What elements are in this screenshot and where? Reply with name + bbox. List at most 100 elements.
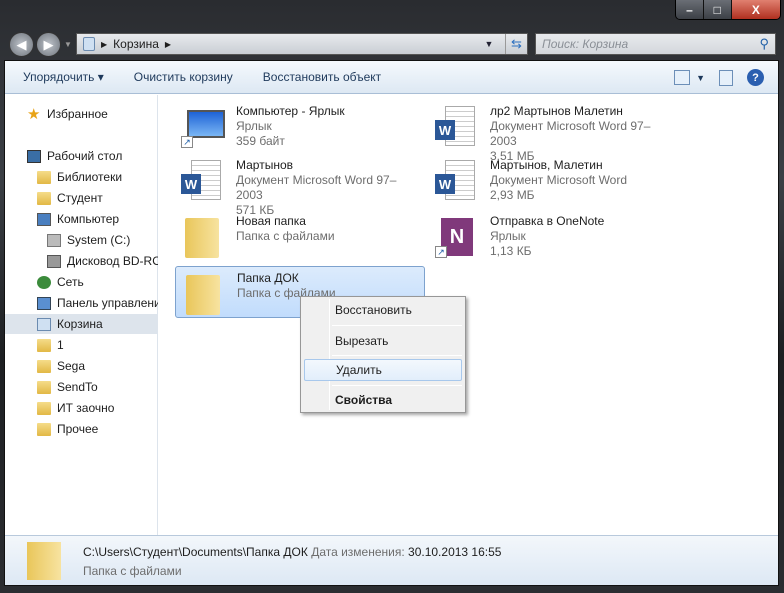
empty-recycle-bin-button[interactable]: Очистить корзину bbox=[134, 70, 233, 84]
sidebar-item-label: Прочее bbox=[57, 422, 99, 436]
close-button[interactable]: X bbox=[731, 0, 780, 19]
navigation-pane: ★ Избранное Рабочий стол Библиотеки Студе… bbox=[5, 95, 158, 536]
sidebar-item-label: Библиотеки bbox=[57, 170, 123, 184]
folder-icon bbox=[180, 271, 230, 317]
address-dropdown-icon[interactable]: ▼ bbox=[479, 39, 499, 49]
network-icon bbox=[37, 275, 51, 289]
help-icon[interactable]: ? bbox=[747, 69, 764, 86]
recycle-bin-icon bbox=[83, 37, 95, 51]
file-item[interactable]: W лр2 Мартынов Малетин Документ Microsoft… bbox=[429, 100, 679, 163]
status-type: Папка с файлами bbox=[83, 564, 182, 578]
file-name: Новая папка bbox=[236, 214, 306, 228]
sidebar-item-system-c[interactable]: System (C:) bbox=[5, 230, 158, 250]
sidebar-item-folder-1[interactable]: 1 bbox=[5, 335, 158, 355]
back-button[interactable]: ◀ bbox=[9, 32, 34, 57]
desktop-icon bbox=[27, 149, 41, 163]
word-doc-icon: W bbox=[179, 158, 229, 204]
sidebar-item-network[interactable]: Сеть bbox=[5, 272, 158, 292]
disc-drive-icon bbox=[47, 254, 61, 268]
sidebar-item-student[interactable]: Студент bbox=[5, 188, 158, 208]
sidebar-item-favorites[interactable]: ★ Избранное bbox=[5, 104, 158, 124]
sidebar-item-label: SendTo bbox=[57, 380, 98, 394]
search-icon[interactable]: ⚲ bbox=[759, 36, 769, 52]
file-size: 2,93 МБ bbox=[490, 188, 535, 202]
address-bar[interactable]: ▶ Корзина ▶ ▼ ⇆ bbox=[76, 33, 528, 55]
sidebar-item-desktop[interactable]: Рабочий стол bbox=[5, 146, 158, 166]
folder-icon bbox=[37, 380, 51, 394]
folder-icon bbox=[27, 542, 61, 580]
file-type: Документ Microsoft Word 97–2003 bbox=[490, 119, 651, 148]
menu-item-properties[interactable]: Свойства bbox=[304, 389, 462, 411]
refresh-icon[interactable]: ⇆ bbox=[505, 34, 527, 54]
change-view-button[interactable]: ▼ bbox=[674, 70, 705, 85]
restore-item-button[interactable]: Восстановить объект bbox=[263, 70, 381, 84]
forward-button[interactable]: ▶ bbox=[36, 32, 61, 57]
sidebar-item-label: 1 bbox=[57, 338, 64, 352]
folder-icon bbox=[37, 359, 51, 373]
minimize-button[interactable]: – bbox=[676, 0, 704, 19]
menu-item-delete[interactable]: Удалить bbox=[304, 359, 462, 381]
status-date: 30.10.2013 16:55 bbox=[408, 545, 502, 559]
sidebar-item-libraries[interactable]: Библиотеки bbox=[5, 167, 158, 187]
menu-item-restore[interactable]: Восстановить bbox=[304, 299, 462, 321]
file-name: лр2 Мартынов Малетин bbox=[490, 104, 623, 118]
sidebar-item-it-zaochno[interactable]: ИТ заочно bbox=[5, 398, 158, 418]
sidebar-item-label: Корзина bbox=[57, 317, 103, 331]
computer-shortcut-icon: ↗ bbox=[179, 104, 229, 150]
sidebar-item-recycle-bin[interactable]: Корзина bbox=[5, 314, 158, 334]
file-type: Ярлык bbox=[490, 229, 526, 243]
search-placeholder: Поиск: Корзина bbox=[542, 37, 629, 51]
recycle-bin-icon bbox=[37, 317, 51, 331]
file-type: Папка с файлами bbox=[236, 229, 335, 243]
details-pane: C:\Users\Студент\Documents\Папка ДОК Дат… bbox=[5, 535, 778, 585]
sidebar-item-sendto[interactable]: SendTo bbox=[5, 377, 158, 397]
sidebar-item-bd-rom[interactable]: Дисковод BD-ROM bbox=[5, 251, 158, 271]
sidebar-item-sega[interactable]: Sega bbox=[5, 356, 158, 376]
sidebar-item-label: Избранное bbox=[47, 107, 108, 121]
status-date-label: Дата изменения: bbox=[311, 545, 405, 559]
file-size: 359 байт bbox=[236, 134, 285, 148]
file-item[interactable]: Новая папка Папка с файлами bbox=[175, 210, 425, 262]
recent-pages-dropdown-icon[interactable]: ▼ bbox=[64, 40, 72, 49]
command-bar: Упорядочить ▾ Очистить корзину Восстанов… bbox=[5, 61, 778, 94]
sidebar-item-computer[interactable]: Компьютер bbox=[5, 209, 158, 229]
sidebar-item-label: System (C:) bbox=[67, 233, 131, 247]
sidebar-item-label: Sega bbox=[57, 359, 86, 373]
folder-icon bbox=[37, 338, 51, 352]
word-doc-icon: W bbox=[433, 158, 483, 204]
file-name: Мартынов, Малетин bbox=[490, 158, 603, 172]
search-input[interactable]: Поиск: Корзина ⚲ bbox=[535, 33, 776, 55]
star-icon: ★ bbox=[27, 105, 41, 123]
sidebar-item-control-panel[interactable]: Панель управления bbox=[5, 293, 158, 313]
navigation-buttons: ◀ ▶ bbox=[9, 32, 61, 57]
menu-separator bbox=[332, 385, 462, 386]
sidebar-item-label: Студент bbox=[57, 191, 103, 205]
file-name: Отправка в OneNote bbox=[490, 214, 605, 228]
preview-pane-icon[interactable] bbox=[719, 69, 733, 86]
menu-item-cut[interactable]: Вырезать bbox=[304, 330, 462, 352]
onenote-shortcut-icon: N ↗ bbox=[433, 214, 483, 260]
sidebar-item-other[interactable]: Прочее bbox=[5, 419, 158, 439]
sidebar-item-label: Рабочий стол bbox=[47, 149, 123, 163]
menu-separator bbox=[332, 325, 462, 326]
menu-separator bbox=[332, 355, 462, 356]
user-folder-icon bbox=[37, 191, 51, 205]
file-name: Компьютер - Ярлык bbox=[236, 104, 345, 118]
computer-icon bbox=[37, 212, 51, 226]
organize-button[interactable]: Упорядочить ▾ bbox=[23, 70, 104, 84]
breadcrumb-arrow-icon[interactable]: ▶ bbox=[165, 40, 171, 49]
maximize-button[interactable]: □ bbox=[703, 0, 732, 19]
libraries-icon bbox=[37, 170, 51, 184]
file-item[interactable]: W Мартынов, Малетин Документ Microsoft Wo… bbox=[429, 154, 679, 206]
status-path: C:\Users\Студент\Documents\Папка ДОК bbox=[83, 545, 308, 559]
file-item[interactable]: ↗ Компьютер - Ярлык Ярлык 359 байт bbox=[175, 100, 425, 152]
file-type: Ярлык bbox=[236, 119, 272, 133]
sidebar-item-label: Дисковод BD-ROM bbox=[67, 254, 158, 268]
file-size: 1,13 КБ bbox=[490, 244, 532, 258]
file-item[interactable]: W Мартынов Документ Microsoft Word 97–200… bbox=[175, 154, 425, 217]
file-item[interactable]: N ↗ Отправка в OneNote Ярлык 1,13 КБ bbox=[429, 210, 679, 262]
breadcrumb-recycle-bin[interactable]: Корзина bbox=[113, 37, 159, 51]
folder-icon bbox=[37, 401, 51, 415]
context-menu: Восстановить Вырезать Удалить Свойства bbox=[300, 296, 466, 413]
breadcrumb-arrow-icon[interactable]: ▶ bbox=[101, 40, 107, 49]
